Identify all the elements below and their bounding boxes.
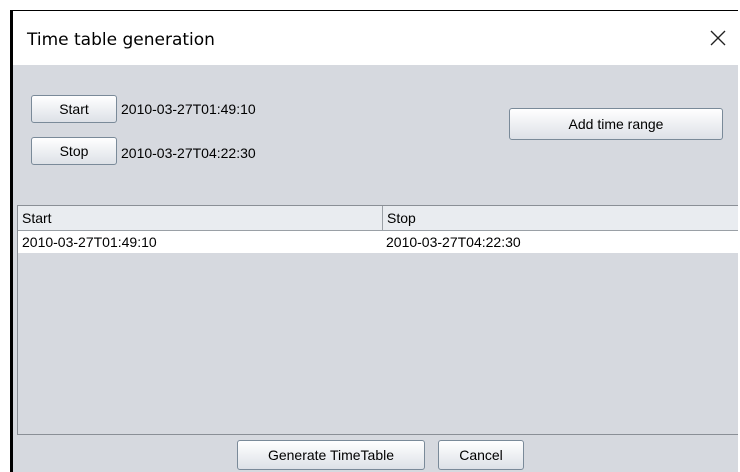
close-button[interactable] [695, 19, 738, 57]
title-bar: Time table generation [13, 11, 738, 65]
cancel-button[interactable]: Cancel [438, 440, 524, 470]
cell-stop: 2010-03-27T04:22:30 [386, 234, 521, 250]
start-button[interactable]: Start [31, 95, 117, 123]
table-header: Start Stop [18, 206, 738, 231]
time-range-table[interactable]: Start Stop 2010-03-27T01:49:10 2010-03-2… [17, 205, 738, 435]
window-title: Time table generation [27, 30, 215, 50]
column-header-stop[interactable]: Stop [382, 206, 738, 230]
start-time-value: 2010-03-27T01:49:10 [121, 101, 256, 117]
stop-time-value: 2010-03-27T04:22:30 [121, 145, 256, 161]
column-header-start[interactable]: Start [18, 206, 382, 230]
stop-button[interactable]: Stop [31, 137, 117, 165]
cell-start: 2010-03-27T01:49:10 [22, 234, 157, 250]
table-row[interactable]: 2010-03-27T01:49:10 2010-03-27T04:22:30 [18, 231, 738, 253]
generate-timetable-button[interactable]: Generate TimeTable [237, 440, 425, 470]
add-time-range-button[interactable]: Add time range [509, 108, 723, 140]
close-icon [710, 30, 726, 46]
time-table-dialog: Time table generation Start 2010-03-27T0… [10, 10, 738, 472]
